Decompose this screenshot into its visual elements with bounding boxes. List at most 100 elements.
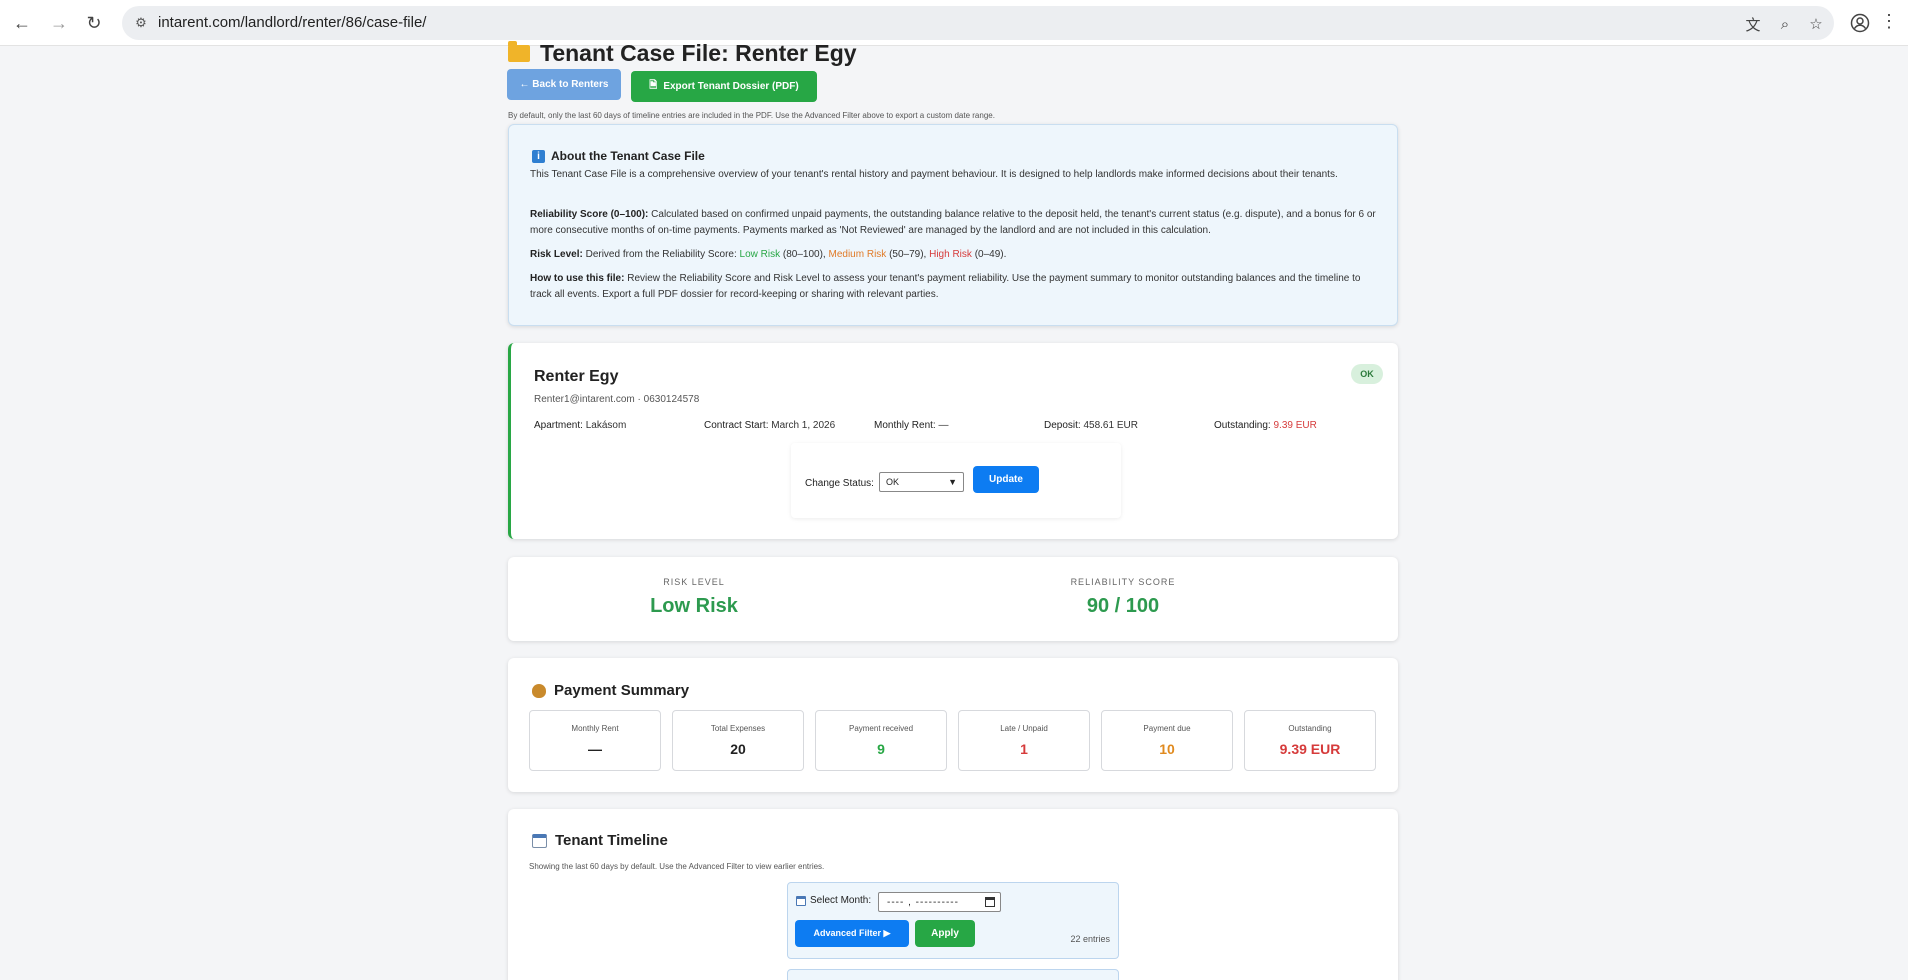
back-to-renters-button[interactable]: ← Back to Renters [507, 69, 621, 100]
calendar-picker-icon[interactable] [985, 897, 995, 907]
about-title: i About the Tenant Case File [532, 149, 705, 163]
reliability-label: Reliability Score (0–100): [530, 209, 649, 220]
timeline-card: Tenant Timeline Showing the last 60 days… [508, 809, 1398, 980]
tenant-contact: Renter1@intarent.com · 0630124578 [534, 394, 700, 405]
advanced-filter-button[interactable]: Advanced Filter ▶ [795, 920, 909, 947]
url-text[interactable]: intarent.com/landlord/renter/86/case-fil… [158, 14, 426, 31]
tile-label: Payment due [1143, 724, 1191, 733]
export-dossier-label: Export Tenant Dossier (PDF) [663, 81, 799, 92]
calendar-icon [796, 895, 806, 906]
apartment-field: Apartment: Lakásom [534, 420, 626, 431]
apply-button[interactable]: Apply [915, 920, 975, 947]
tile-value: 9 [877, 741, 885, 757]
risk-label: Risk Level: [530, 249, 583, 260]
month-input[interactable]: ---- , ---------- [878, 892, 1001, 912]
tile-outstanding: Outstanding 9.39 EUR [1244, 710, 1376, 771]
howto-text: Review the Reliability Score and Risk Le… [530, 273, 1361, 300]
monthly-rent-field: Monthly Rent: — [874, 420, 948, 431]
tile-label: Outstanding [1288, 724, 1332, 733]
tile-value: — [588, 741, 602, 757]
change-status-panel: Change Status: OK ▼ Update [791, 443, 1121, 518]
reliability-score-label: RELIABILITY SCORE [1070, 577, 1176, 587]
high-risk-text: High Risk [929, 249, 972, 260]
risk-text-prefix: Derived from the Reliability Score: [585, 249, 737, 260]
page-title-text: Tenant Case File: Renter Egy [540, 40, 857, 66]
monthly-rent-label: Monthly Rent: [874, 420, 936, 431]
tile-value: 9.39 EUR [1279, 741, 1341, 757]
apartment-value: Lakásom [585, 420, 627, 431]
low-risk-range: (80–100), [782, 249, 826, 260]
update-button[interactable]: Update [973, 466, 1039, 493]
back-arrow-icon[interactable]: ← [10, 11, 34, 35]
contract-start-value: March 1, 2026 [771, 420, 836, 431]
export-dossier-button[interactable]: 🗎 Export Tenant Dossier (PDF) [631, 71, 817, 102]
zoom-icon[interactable]: ⌕ [1774, 13, 1796, 35]
about-howto: How to use this file: Review the Reliabi… [530, 271, 1380, 303]
monthly-rent-value: — [938, 420, 949, 431]
entries-count: 22 entries [1070, 934, 1110, 944]
about-title-text: About the Tenant Case File [551, 149, 705, 163]
profile-icon[interactable] [1848, 11, 1872, 35]
medium-risk-text: Medium Risk [828, 249, 887, 260]
site-settings-icon[interactable]: ⚙ [132, 14, 150, 32]
tile-value: 20 [730, 741, 746, 757]
month-input-value: ---- , ---------- [887, 896, 959, 908]
select-month-label: Select Month: [796, 895, 871, 906]
tenant-name: Renter Egy [534, 368, 619, 385]
timeline-title-text: Tenant Timeline [555, 832, 668, 849]
chevron-down-icon: ▼ [948, 477, 957, 487]
about-card: i About the Tenant Case File This Tenant… [508, 124, 1398, 326]
tile-total-expenses: Total Expenses 20 [672, 710, 804, 771]
status-select-value: OK [886, 477, 900, 487]
outstanding-label: Outstanding: [1214, 420, 1271, 431]
about-risk: Risk Level: Derived from the Reliability… [530, 247, 1380, 263]
contract-start-label: Contract Start: [704, 420, 769, 431]
tile-late-unpaid: Late / Unpaid 1 [958, 710, 1090, 771]
about-intro: This Tenant Case File is a comprehensive… [530, 169, 1338, 180]
tile-payment-received: Payment received 9 [815, 710, 947, 771]
tenant-card: Renter Egy Renter1@intarent.com · 063012… [508, 343, 1398, 539]
address-bar[interactable]: ⚙ intarent.com/landlord/renter/86/case-f… [122, 6, 1834, 40]
timeline-entry-panel [787, 969, 1119, 980]
select-month-text: Select Month: [810, 895, 872, 906]
about-reliability: Reliability Score (0–100): Calculated ba… [530, 207, 1380, 239]
risk-card: RISK LEVEL Low Risk RELIABILITY SCORE 90… [508, 557, 1398, 641]
risk-level-label: RISK LEVEL [663, 577, 725, 587]
reliability-text: Calculated based on confirmed unpaid pay… [530, 209, 1376, 236]
calendar-icon [532, 833, 547, 848]
howto-label: How to use this file: [530, 273, 625, 284]
browser-toolbar: ← → ↻ ⚙ intarent.com/landlord/renter/86/… [0, 0, 1908, 46]
high-risk-range: (0–49). [974, 249, 1007, 260]
deposit-field: Deposit: 458.61 EUR [1044, 420, 1138, 431]
tile-label: Total Expenses [710, 724, 766, 733]
money-bag-icon [532, 683, 546, 698]
deposit-value: 458.61 EUR [1083, 420, 1138, 431]
forward-arrow-icon[interactable]: → [47, 11, 71, 35]
tile-label: Monthly Rent [571, 724, 619, 733]
bookmark-star-icon[interactable]: ☆ [1805, 13, 1827, 35]
document-icon: 🗎 [649, 80, 658, 91]
tile-payment-due: Payment due 10 [1101, 710, 1233, 771]
change-status-label: Change Status: [805, 478, 874, 489]
translate-icon[interactable]: 文 [1742, 13, 1764, 35]
apartment-label: Apartment: [534, 420, 583, 431]
filter-panel: Select Month: ---- , ---------- Advanced… [787, 882, 1119, 959]
timeline-title: Tenant Timeline [532, 832, 668, 849]
folder-icon [508, 41, 530, 62]
timeline-note: Showing the last 60 days by default. Use… [529, 862, 825, 871]
info-icon: i [532, 149, 545, 163]
browser-menu-icon[interactable]: ⋮ [1880, 11, 1898, 35]
payment-summary-title-text: Payment Summary [554, 682, 690, 699]
deposit-label: Deposit: [1044, 420, 1081, 431]
reload-icon[interactable]: ↻ [82, 11, 106, 35]
medium-risk-range: (50–79), [889, 249, 927, 260]
risk-level-value: Low Risk [650, 595, 738, 617]
reliability-score-value: 90 / 100 [1086, 595, 1160, 617]
contract-start-field: Contract Start: March 1, 2026 [704, 420, 835, 431]
payment-summary-title: Payment Summary [532, 682, 689, 699]
pdf-note: By default, only the last 60 days of tim… [508, 111, 995, 120]
status-select[interactable]: OK ▼ [879, 472, 964, 492]
tile-value: 1 [1020, 741, 1028, 757]
outstanding-field: Outstanding: 9.39 EUR [1214, 420, 1317, 431]
tile-value: 10 [1159, 741, 1175, 757]
